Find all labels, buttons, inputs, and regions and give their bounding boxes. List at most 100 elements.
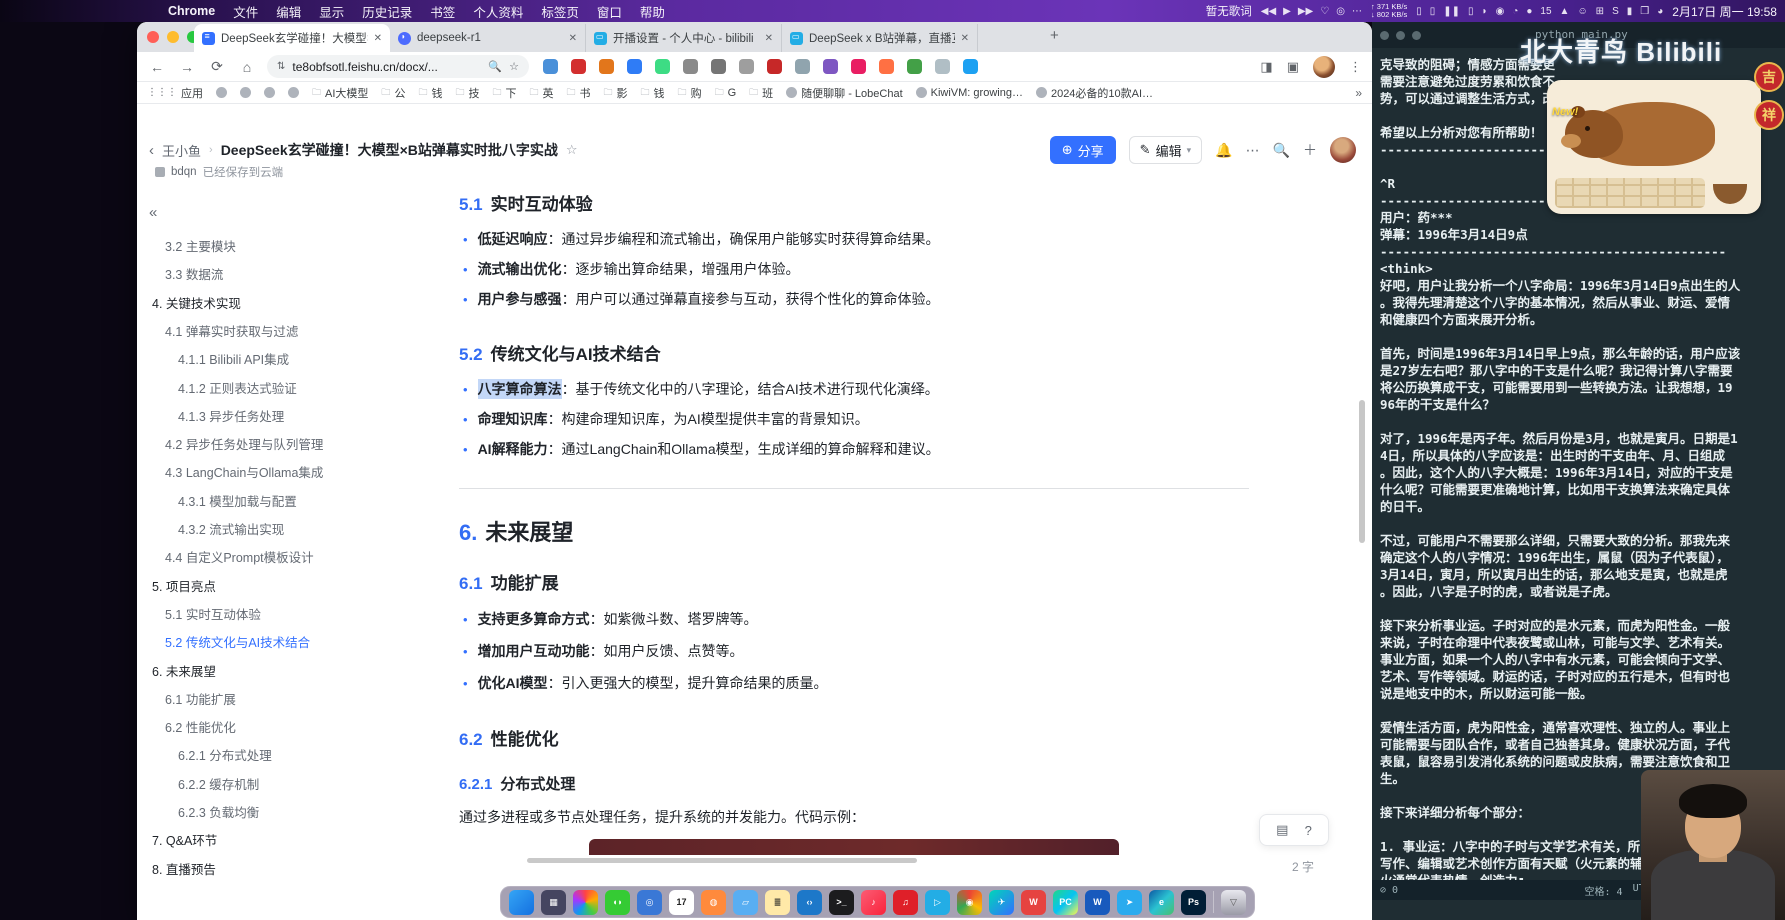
status-icon[interactable]: ▮ <box>1627 6 1633 17</box>
dock-icon-notes[interactable]: ≣ <box>765 890 790 915</box>
dock-icon-feishu[interactable]: ✈ <box>989 890 1014 915</box>
dock-icon-netease-music[interactable]: ♫ <box>893 890 918 915</box>
menu-app-name[interactable]: Chrome <box>168 4 215 18</box>
problems-count[interactable]: ⊘ 0 <box>1380 885 1398 896</box>
minimize-window-button[interactable] <box>1396 31 1405 40</box>
outline-item[interactable]: 4.1.3 异步任务处理 <box>178 406 284 428</box>
bookmark-item[interactable]: 🗀下 <box>492 85 516 101</box>
outline-item[interactable]: 4.3.2 流式输出实现 <box>178 519 284 541</box>
favorite-star-icon[interactable]: ☆ <box>566 142 578 158</box>
status-icon[interactable]: ⊞ <box>1596 6 1604 17</box>
outline-item[interactable]: 5. 项目亮点 <box>152 576 216 598</box>
status-icon[interactable]: ◉ <box>1496 6 1505 17</box>
collapse-outline-icon[interactable]: « <box>149 204 157 221</box>
status-icon[interactable]: ◔ <box>1512 6 1518 17</box>
statusbar-item[interactable]: 空格: 4 <box>1585 883 1623 898</box>
forward-button[interactable]: → <box>177 59 197 75</box>
extension-icon[interactable] <box>739 59 754 74</box>
outline-item[interactable]: 6.2.1 分布式处理 <box>178 745 272 767</box>
outline-item[interactable]: 8. 直播预告 <box>152 859 216 881</box>
status-icon[interactable]: ▯ <box>1416 6 1422 17</box>
breadcrumb-user[interactable]: 王小鱼 <box>162 141 201 160</box>
share-button[interactable]: ⊕ 分享 <box>1050 136 1116 164</box>
bookmark-item[interactable] <box>288 87 299 98</box>
doc-back-button[interactable]: ‹ <box>149 142 154 159</box>
outline-item[interactable]: 4.3 LangChain与Ollama集成 <box>165 462 323 484</box>
status-icon[interactable]: ❚❚ <box>1443 6 1460 17</box>
dock-icon-homebrew[interactable]: ◍ <box>701 890 726 915</box>
tab-close-icon[interactable]: ✕ <box>569 33 577 44</box>
dock-icon-finder[interactable] <box>509 890 534 915</box>
extension-icon[interactable] <box>543 59 558 74</box>
url-text[interactable]: te8obfsotl.feishu.cn/docx/... <box>292 60 481 74</box>
dock-icon-word[interactable]: W <box>1085 890 1110 915</box>
reload-button[interactable]: ⟳ <box>207 58 227 75</box>
dock-icon-calendar[interactable]: 17 <box>669 890 694 915</box>
bookmark-item[interactable]: ⋮⋮⋮应用 <box>147 85 203 101</box>
media-control-icon[interactable]: ♡ <box>1320 6 1329 17</box>
status-icon[interactable]: ▯ <box>1430 6 1436 17</box>
doc-search-icon[interactable]: 🔍 <box>1273 142 1290 159</box>
outline-item[interactable]: 6. 未来展望 <box>152 661 216 683</box>
browser-profile-avatar[interactable] <box>1313 56 1335 78</box>
media-control-icon[interactable]: ◀◀ <box>1261 6 1276 17</box>
close-window-button[interactable] <box>147 31 159 43</box>
close-window-button[interactable] <box>1380 31 1389 40</box>
bookmark-item[interactable]: 🗀影 <box>604 85 628 101</box>
bookmark-star-icon[interactable]: ☆ <box>509 60 519 73</box>
extension-icon[interactable] <box>963 59 978 74</box>
address-bar[interactable]: ⇅ te8obfsotl.feishu.cn/docx/... 🔍 ☆ <box>267 55 529 78</box>
create-new-icon[interactable]: ＋ <box>1303 140 1317 160</box>
fullscreen-window-button[interactable] <box>1412 31 1421 40</box>
extension-icon[interactable] <box>655 59 670 74</box>
workspace-name[interactable]: bdqn <box>171 166 197 178</box>
horizontal-scrollbar[interactable] <box>527 858 917 863</box>
outline-item[interactable]: 6.2.3 负载均衡 <box>178 802 259 824</box>
bookmark-item[interactable]: 🗀技 <box>455 85 479 101</box>
media-control-icon[interactable]: ⋯ <box>1352 6 1362 17</box>
extensions-puzzle-icon[interactable]: ◨ <box>1260 59 1272 75</box>
extension-icon[interactable] <box>823 59 838 74</box>
bookmark-item[interactable]: 🗀钱 <box>641 85 665 101</box>
outline-item[interactable]: 6.2.2 缓存机制 <box>178 774 259 796</box>
extension-icon[interactable] <box>935 59 950 74</box>
browser-menu-icon[interactable]: ⋮ <box>1349 59 1362 75</box>
extension-icon[interactable] <box>795 59 810 74</box>
status-icon[interactable]: ◗ <box>1482 6 1488 17</box>
bookmark-item[interactable]: 🗀钱 <box>418 85 442 101</box>
doc-scrollbar[interactable] <box>1359 400 1365 543</box>
menu-item[interactable]: 历史记录 <box>362 2 412 21</box>
dock-icon-qq[interactable]: ◎ <box>637 890 662 915</box>
status-icon[interactable]: ☺ <box>1577 6 1587 17</box>
bookmark-item[interactable]: 🗀G <box>715 85 737 101</box>
status-icon[interactable]: ● <box>1526 6 1532 17</box>
menu-item[interactable]: 标签页 <box>541 2 579 21</box>
dock-icon-wechat[interactable]: ◖◗ <box>605 890 630 915</box>
bookmark-item[interactable]: KiwiVM: growing… <box>916 87 1023 99</box>
status-icon[interactable]: ◕ <box>1657 6 1663 17</box>
zoom-page-icon[interactable]: 🔍 <box>488 60 502 73</box>
tab-close-icon[interactable]: ✕ <box>374 33 382 44</box>
extension-icon[interactable] <box>851 59 866 74</box>
outline-item[interactable]: 3.3 数据流 <box>165 264 223 286</box>
bookmark-item[interactable]: 🗀书 <box>567 85 591 101</box>
comment-icon[interactable]: ▤ <box>1276 822 1288 838</box>
dock-icon-vscode[interactable]: ‹› <box>797 890 822 915</box>
dock-icon-bilibili[interactable]: ▷ <box>925 890 950 915</box>
edit-button[interactable]: ✎ 编辑 ▾ <box>1129 136 1202 164</box>
bookmark-item[interactable]: 🗀英 <box>529 85 553 101</box>
outline-item[interactable]: 7. Q&A环节 <box>152 830 217 852</box>
outline-item[interactable]: 6.1 功能扩展 <box>165 689 236 711</box>
dock-icon-pycharm[interactable]: PC <box>1053 890 1078 915</box>
media-control-icon[interactable]: ▶▶ <box>1298 6 1313 17</box>
help-icon[interactable]: ? <box>1305 823 1312 838</box>
dock-icon-music[interactable]: ♪ <box>861 890 886 915</box>
dock-icon-edge[interactable]: e <box>1149 890 1174 915</box>
extension-icon[interactable] <box>907 59 922 74</box>
outline-item[interactable]: 3.2 主要模块 <box>165 236 236 258</box>
bookmark-item[interactable] <box>216 87 227 98</box>
bookmark-item[interactable] <box>264 87 275 98</box>
outline-item[interactable]: 4.1.1 Bilibili API集成 <box>178 349 289 371</box>
extension-icon[interactable] <box>879 59 894 74</box>
menu-item[interactable]: 书签 <box>430 2 455 21</box>
